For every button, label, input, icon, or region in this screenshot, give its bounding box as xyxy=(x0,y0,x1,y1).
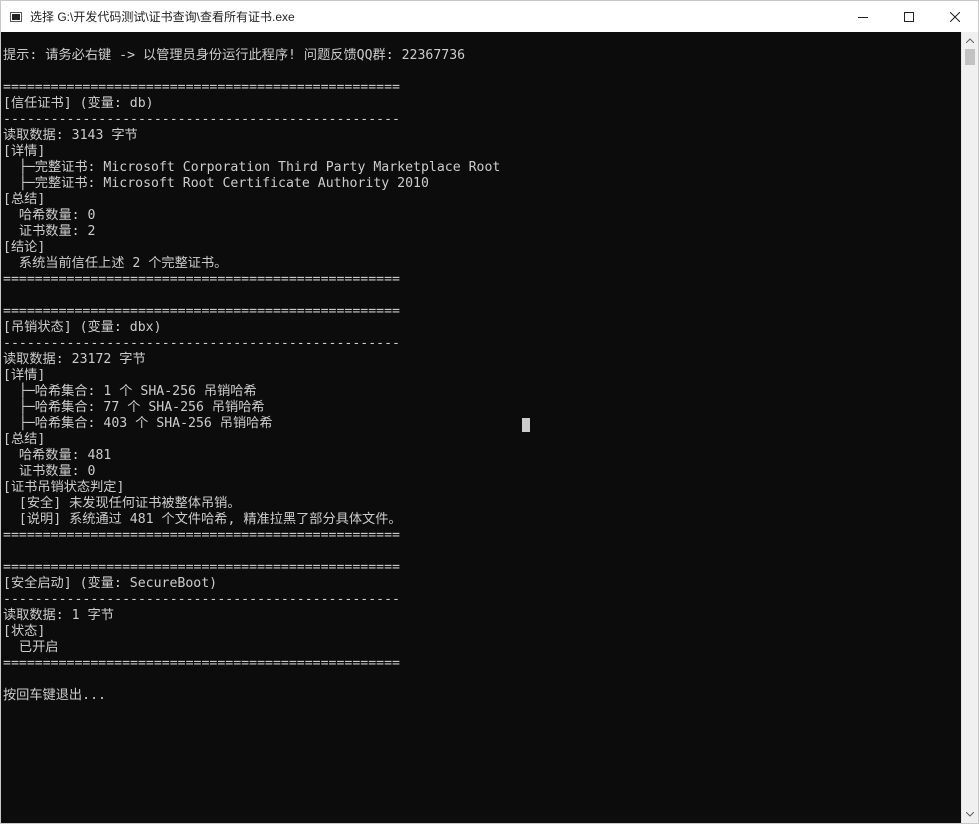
console-line: [总结] xyxy=(3,192,46,207)
console-line: 证书数量: 2 xyxy=(3,224,96,239)
console-line: [详情] xyxy=(3,368,46,383)
console-line: [信任证书] (变量: db) xyxy=(3,96,154,111)
text-cursor xyxy=(522,418,530,432)
console-line: 证书数量: 0 xyxy=(3,464,96,479)
console-line: [吊销状态] (变量: dbx) xyxy=(3,320,162,335)
console-app-icon[interactable] xyxy=(10,11,22,22)
vertical-scrollbar[interactable] xyxy=(961,32,978,823)
scroll-down-button[interactable] xyxy=(962,806,978,823)
console-line: [总结] xyxy=(3,432,46,447)
maximize-button[interactable] xyxy=(886,1,932,32)
console-line: ├─哈希集合: 403 个 SHA-256 吊销哈希 xyxy=(3,416,273,431)
console-line: [结论] xyxy=(3,240,46,255)
console-output-area[interactable]: 提示: 请务必右键 -> 以管理员身份运行此程序! 问题反馈QQ群: 22367… xyxy=(1,32,961,823)
scrollbar-thumb[interactable] xyxy=(965,49,975,65)
title-bar[interactable]: 选择 G:\开发代码测试\证书查询\查看所有证书.exe xyxy=(1,1,978,32)
console-line: 哈希数量: 0 xyxy=(3,208,96,223)
console-line: [安全] 未发现任何证书被整体吊销。 xyxy=(3,496,241,511)
console-line: ├─完整证书: Microsoft Corporation Third Part… xyxy=(3,160,501,175)
console-line: [证书吊销状态判定] xyxy=(3,480,125,495)
scroll-up-button[interactable] xyxy=(962,32,978,49)
console-line: 系统当前信任上述 2 个完整证书。 xyxy=(3,256,228,271)
console-line: 已开启 xyxy=(3,640,59,655)
console-window: 选择 G:\开发代码测试\证书查询\查看所有证书.exe 提示: 请务必右键 -… xyxy=(0,0,979,824)
maximize-icon xyxy=(904,11,914,22)
chevron-up-icon xyxy=(966,38,974,43)
console-line: ----------------------------------------… xyxy=(3,112,400,127)
console-line: 提示: 请务必右键 -> 以管理员身份运行此程序! 问题反馈QQ群: 22367… xyxy=(3,48,466,63)
chevron-down-icon xyxy=(966,812,974,817)
console-line: [详情] xyxy=(3,144,46,159)
console-line: 哈希数量: 481 xyxy=(3,448,112,463)
console-line: ├─完整证书: Microsoft Root Certificate Autho… xyxy=(3,176,429,191)
console-line: ========================================… xyxy=(3,528,400,543)
console-line: [说明] 系统通过 481 个文件哈希, 精准拉黑了部分具体文件。 xyxy=(3,512,402,527)
window-controls xyxy=(840,1,978,32)
minimize-icon xyxy=(858,16,868,18)
console-line: [状态] xyxy=(3,624,46,639)
console-line: 按回车键退出... xyxy=(3,688,106,703)
console-line: [安全启动] (变量: SecureBoot) xyxy=(3,576,218,591)
console-line: ========================================… xyxy=(3,80,400,95)
close-icon xyxy=(950,11,960,22)
minimize-button[interactable] xyxy=(840,1,886,32)
console-line: ├─哈希集合: 77 个 SHA-256 吊销哈希 xyxy=(3,400,265,415)
console-line: ├─哈希集合: 1 个 SHA-256 吊销哈希 xyxy=(3,384,257,399)
console-line: ========================================… xyxy=(3,304,400,319)
console-line: 读取数据: 1 字节 xyxy=(3,608,114,623)
console-line: ----------------------------------------… xyxy=(3,336,400,351)
console-line: ----------------------------------------… xyxy=(3,592,400,607)
console-line: ========================================… xyxy=(3,560,400,575)
console-line: ========================================… xyxy=(3,656,400,671)
close-button[interactable] xyxy=(932,1,978,32)
console-line: 读取数据: 3143 字节 xyxy=(3,128,138,143)
console-text: 提示: 请务必右键 -> 以管理员身份运行此程序! 问题反馈QQ群: 22367… xyxy=(3,48,500,704)
console-line: 读取数据: 23172 字节 xyxy=(3,352,146,367)
console-line: ========================================… xyxy=(3,272,400,287)
window-title: 选择 G:\开发代码测试\证书查询\查看所有证书.exe xyxy=(30,10,295,24)
